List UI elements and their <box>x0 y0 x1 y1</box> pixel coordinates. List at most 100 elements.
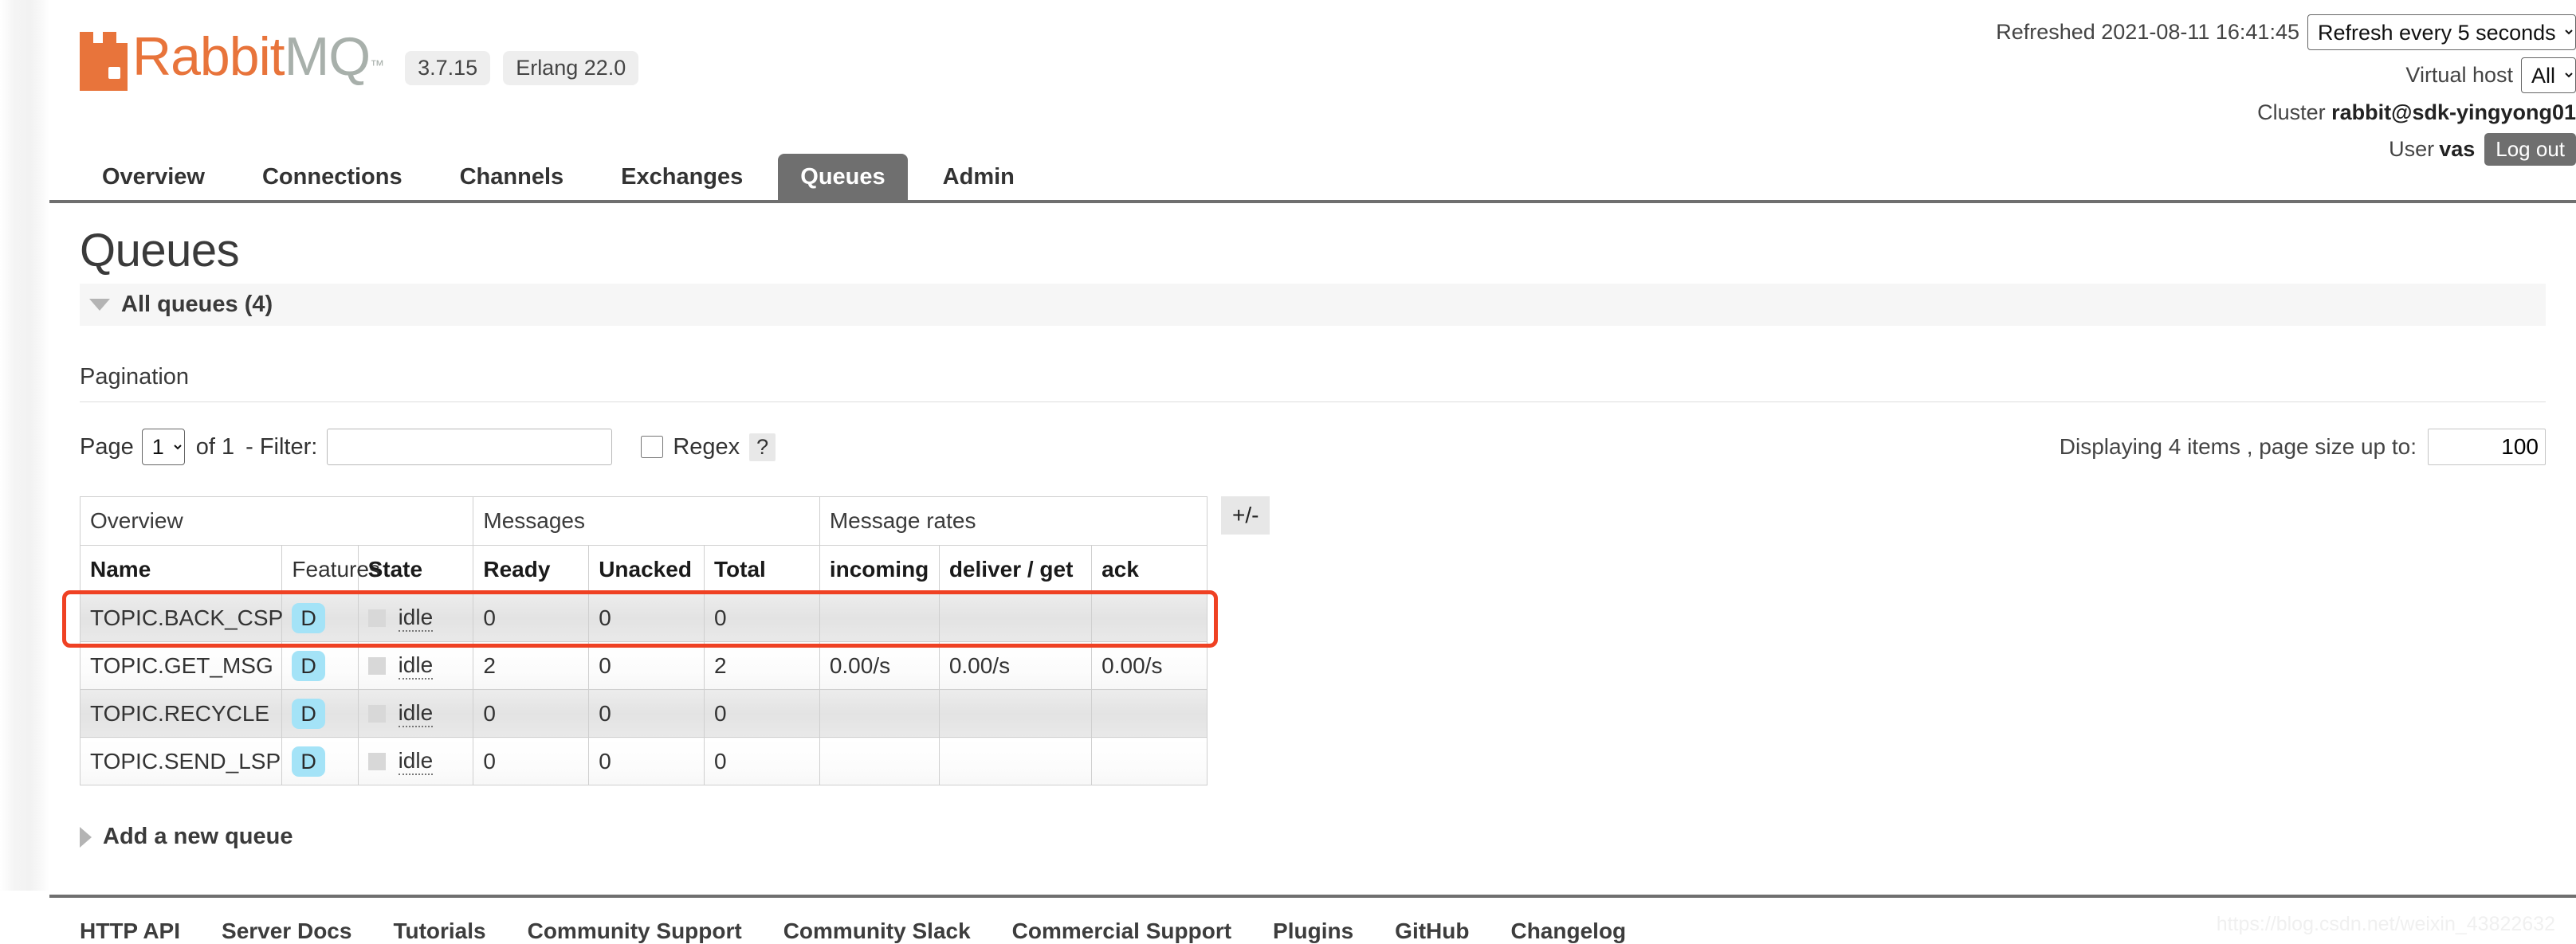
footer-link-github[interactable]: GitHub <box>1395 919 1469 944</box>
page-footer: HTTP API Server Docs Tutorials Community… <box>49 895 2576 944</box>
column-header-unacked[interactable]: Unacked <box>589 546 705 594</box>
table-column-header-row: Name Features State Ready Unacked Total … <box>80 546 1208 594</box>
footer-link-community-support[interactable]: Community Support <box>528 919 742 944</box>
column-header-incoming[interactable]: incoming <box>819 546 939 594</box>
queue-state-label: idle <box>399 748 434 775</box>
all-queues-section-header[interactable]: All queues (4) <box>80 284 2546 326</box>
page-container: RabbitMQ™ 3.7.15 Erlang 22.0 Refreshed 2… <box>49 0 2576 944</box>
table-row[interactable]: TOPIC.RECYCLE D idle 0 0 0 <box>80 690 1208 738</box>
pagination-divider <box>80 401 2546 402</box>
pagination-controls: Page 1 of 1 - Filter: Regex ? Displaying… <box>80 425 2546 469</box>
page-number-select[interactable]: 1 <box>142 429 185 465</box>
filter-input[interactable] <box>327 429 612 465</box>
nav-tab-exchanges[interactable]: Exchanges <box>599 154 765 200</box>
trademark-mark: ™ <box>370 57 384 73</box>
refresh-row: Refreshed 2021-08-11 16:41:45 Refresh ev… <box>1996 14 2576 50</box>
footer-link-server-docs[interactable]: Server Docs <box>222 919 351 944</box>
durable-badge: D <box>292 746 325 777</box>
column-header-name[interactable]: Name <box>80 546 282 594</box>
footer-link-tutorials[interactable]: Tutorials <box>393 919 485 944</box>
version-badges: 3.7.15 Erlang 22.0 <box>405 51 651 85</box>
nav-tab-channels[interactable]: Channels <box>438 154 587 200</box>
queue-deliver-get-rate <box>939 690 1091 738</box>
queue-ready-count: 0 <box>473 594 589 642</box>
regex-checkbox[interactable] <box>641 436 663 458</box>
footer-link-commercial-support[interactable]: Commercial Support <box>1012 919 1231 944</box>
queue-deliver-get-rate <box>939 594 1091 642</box>
table-row[interactable]: TOPIC.BACK_CSP D idle 0 0 0 <box>80 594 1208 642</box>
regex-group: Regex ? <box>641 433 776 461</box>
queue-deliver-get-rate: 0.00/s <box>939 642 1091 690</box>
add-new-queue-section[interactable]: Add a new queue <box>80 824 2546 850</box>
displaying-info: Displaying 4 items , page size up to: <box>2060 429 2546 465</box>
footer-link-http-api[interactable]: HTTP API <box>80 919 180 944</box>
queue-total-count: 0 <box>705 690 820 738</box>
group-header-message-rates: Message rates <box>819 497 1207 546</box>
column-header-deliver-get[interactable]: deliver / get <box>939 546 1091 594</box>
logo-wordmark: RabbitMQ™ <box>132 29 384 93</box>
nav-tab-queues[interactable]: Queues <box>778 154 907 200</box>
cluster-name: rabbit@sdk-yingyong01 <box>2331 100 2576 124</box>
rabbitmq-logo[interactable]: RabbitMQ™ 3.7.15 Erlang 22.0 <box>80 29 651 93</box>
displaying-label: Displaying 4 items , page size up to: <box>2060 434 2417 460</box>
page-label: Page <box>80 434 134 460</box>
chevron-right-icon <box>80 827 92 848</box>
page-size-input[interactable] <box>2428 429 2546 465</box>
footer-link-plugins[interactable]: Plugins <box>1273 919 1353 944</box>
main-content: Queues All queues (4) Pagination Page 1 … <box>49 224 2576 850</box>
queue-unacked-count: 0 <box>589 594 705 642</box>
refresh-interval-select[interactable]: Refresh every 5 seconds <box>2307 14 2576 50</box>
main-navigation: Overview Connections Channels Exchanges … <box>49 151 2576 203</box>
queue-state-cell: idle <box>358 738 473 785</box>
table-group-header-row: Overview Messages Message rates <box>80 497 1208 546</box>
footer-link-changelog[interactable]: Changelog <box>1510 919 1626 944</box>
page-total-label: of 1 <box>196 434 234 460</box>
state-indicator-icon <box>368 609 386 627</box>
queue-ready-count: 0 <box>473 738 589 785</box>
queue-state-label: idle <box>399 652 434 680</box>
column-header-total[interactable]: Total <box>705 546 820 594</box>
header-controls: Refreshed 2021-08-11 16:41:45 Refresh ev… <box>1996 14 2576 166</box>
filter-label: - Filter: <box>245 434 317 460</box>
toggle-columns-button[interactable]: +/- <box>1221 496 1270 535</box>
vhost-select[interactable]: All <box>2521 57 2576 93</box>
queue-features-cell: D <box>282 594 358 642</box>
queue-name-link[interactable]: TOPIC.BACK_CSP <box>80 594 282 642</box>
chevron-down-icon <box>89 299 110 311</box>
state-indicator-icon <box>368 657 386 675</box>
nav-tab-overview[interactable]: Overview <box>80 154 227 200</box>
rabbitmq-version-badge: 3.7.15 <box>405 51 490 85</box>
nav-tab-connections[interactable]: Connections <box>240 154 425 200</box>
table-row[interactable]: TOPIC.SEND_LSP D idle 0 0 0 <box>80 738 1208 785</box>
column-header-ack[interactable]: ack <box>1092 546 1208 594</box>
column-header-ready[interactable]: Ready <box>473 546 589 594</box>
regex-help-icon[interactable]: ? <box>749 433 776 461</box>
queue-name-link[interactable]: TOPIC.GET_MSG <box>80 642 282 690</box>
queue-name-link[interactable]: TOPIC.RECYCLE <box>80 690 282 738</box>
queue-incoming-rate: 0.00/s <box>819 642 939 690</box>
durable-badge: D <box>292 699 325 729</box>
state-indicator-icon <box>368 753 386 770</box>
all-queues-label: All queues (4) <box>121 292 273 318</box>
add-new-queue-label: Add a new queue <box>103 824 293 850</box>
queue-deliver-get-rate <box>939 738 1091 785</box>
nav-tab-admin[interactable]: Admin <box>921 154 1037 200</box>
queue-unacked-count: 0 <box>589 738 705 785</box>
durable-badge: D <box>292 651 325 681</box>
queue-ack-rate <box>1092 738 1208 785</box>
cluster-label: Cluster <box>2257 100 2326 124</box>
table-row[interactable]: TOPIC.GET_MSG D idle 2 0 2 <box>80 642 1208 690</box>
queue-ready-count: 2 <box>473 642 589 690</box>
queue-name-link[interactable]: TOPIC.SEND_LSP <box>80 738 282 785</box>
queue-ack-rate <box>1092 690 1208 738</box>
queue-incoming-rate <box>819 594 939 642</box>
erlang-version-badge: Erlang 22.0 <box>503 51 638 85</box>
queues-table-wrapper: Overview Messages Message rates Name Fea… <box>80 496 1208 785</box>
footer-links: HTTP API Server Docs Tutorials Community… <box>80 919 2546 944</box>
queue-state-cell: idle <box>358 642 473 690</box>
queue-total-count: 0 <box>705 738 820 785</box>
durable-badge: D <box>292 603 325 633</box>
footer-link-community-slack[interactable]: Community Slack <box>783 919 971 944</box>
column-header-state[interactable]: State <box>358 546 473 594</box>
logo-word-mq: MQ <box>285 26 371 87</box>
